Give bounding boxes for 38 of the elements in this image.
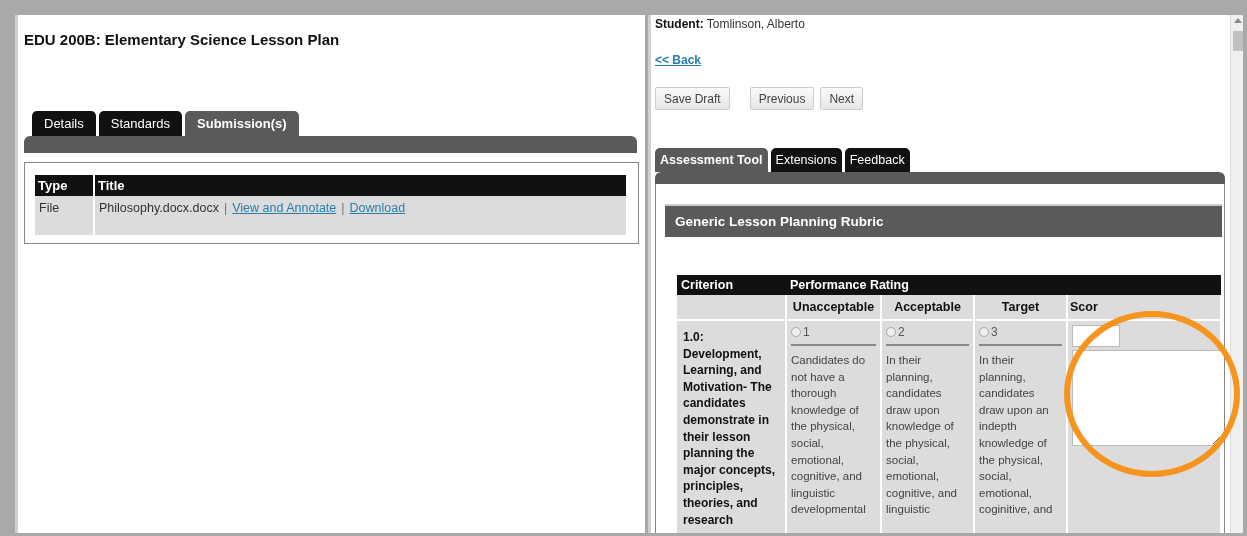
scroll-thumb[interactable] [1233, 31, 1243, 51]
file-name: Philosophy.docx.docx [99, 201, 219, 215]
rating-value: 2 [898, 325, 905, 339]
button[interactable]: Save Draft [655, 87, 730, 110]
tab[interactable]: Details [32, 111, 96, 136]
criterion-text: 1.0: Development, Learning, and Motivation- The candidates demonstrate in their lesson planning the major concepts, principles, theories, and research [677, 320, 786, 533]
separator: | [341, 201, 345, 215]
student-label: Student: Tomlinson, Alberto [655, 17, 805, 31]
column-header: Unacceptable [786, 295, 881, 320]
rubric-title: Generic Lesson Planning Rubric [665, 204, 1223, 237]
radio-button[interactable] [979, 327, 989, 337]
column-header: Type [35, 175, 94, 196]
separator: | [224, 201, 228, 215]
button[interactable]: Next [820, 87, 864, 110]
radio-button[interactable] [791, 327, 801, 337]
column-header: Title [94, 175, 627, 196]
rating-description: In their planning, candidates draw upon an indepth knowledge of the physical, social, emotional, coginitive, and [979, 353, 1054, 518]
scroll-up-icon[interactable] [1234, 18, 1243, 23]
button[interactable]: Previous [749, 87, 815, 110]
column-header: Target [974, 295, 1067, 320]
rating-description: In their planning, candidates draw upon knowledge of the physical, social, emotional, cognitive, and linguistic [886, 353, 958, 518]
tab[interactable]: Standards [98, 111, 182, 136]
table-cell: File [35, 196, 94, 235]
tab[interactable]: Extensions [770, 148, 842, 172]
radio-button[interactable] [886, 327, 896, 337]
comment-box[interactable] [1072, 350, 1222, 446]
tab[interactable]: Submission(s) [185, 111, 299, 136]
column-header: Criterion [677, 275, 786, 295]
page-title: EDU 200B: Elementary Science Lesson Plan [24, 31, 340, 48]
tab[interactable]: Assessment Tool [655, 148, 768, 172]
scrollbar[interactable] [1230, 15, 1243, 533]
rating-value: 1 [803, 325, 810, 339]
column-header: Acceptable [881, 295, 974, 320]
rating-description: Candidates do not have a thorough knowledge of the physical, social, emotional, cognitive, and linguistic developmental [791, 353, 867, 518]
back-link[interactable]: << Back [655, 53, 702, 67]
column-header: Performance Rating [786, 275, 1222, 295]
tab[interactable]: Feedback [844, 148, 910, 172]
rating-value: 3 [991, 325, 998, 339]
